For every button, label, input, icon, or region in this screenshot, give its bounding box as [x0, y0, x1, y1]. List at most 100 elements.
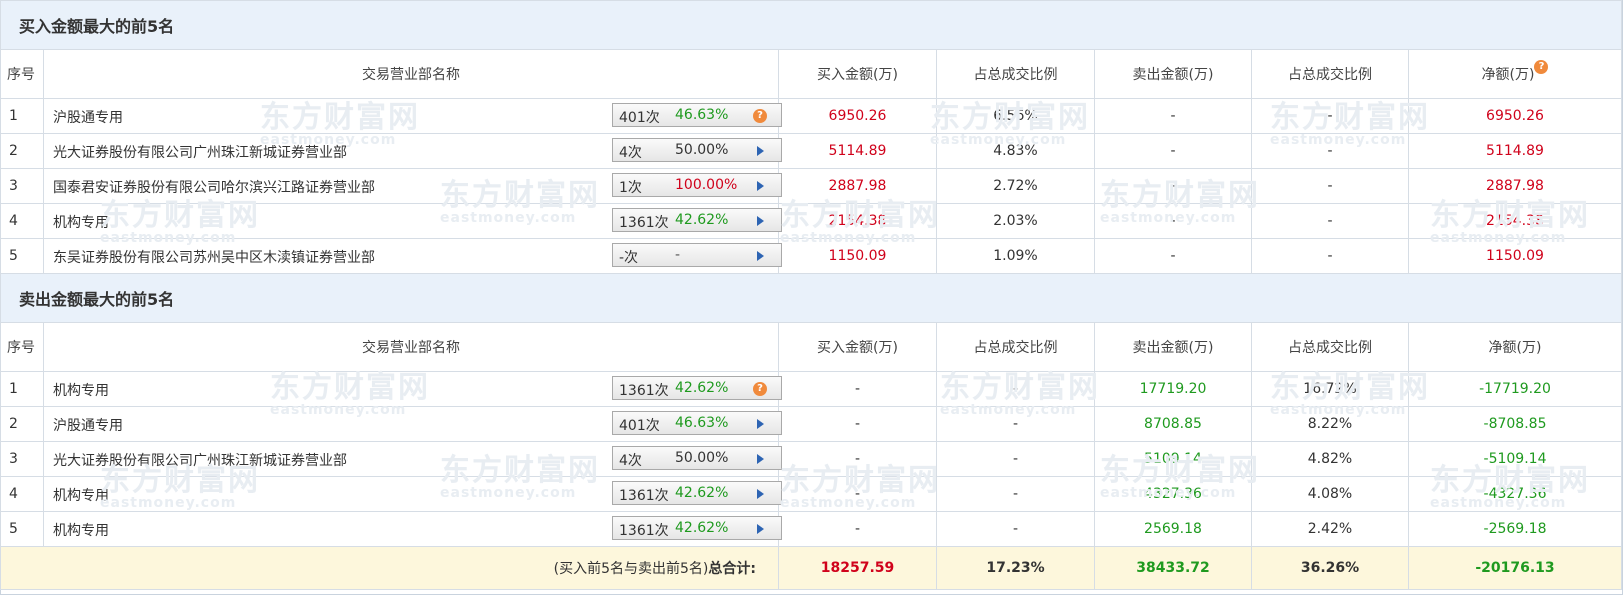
- column-header: 卖出金额(万): [1094, 322, 1252, 372]
- trade-count: 1次: [619, 180, 642, 196]
- column-header: 交易营业部名称: [43, 322, 779, 372]
- buy-amount: -: [778, 476, 937, 512]
- section-header: 买入金额最大的前5名: [0, 0, 1623, 50]
- win-rate: 50.00%: [675, 142, 729, 158]
- total-label: (买入前5名与卖出前5名)总合计:: [0, 546, 779, 590]
- broker-name[interactable]: 东吴证券股份有限公司苏州吴中区木渎镇证券营业部: [53, 247, 375, 267]
- total-sell-ratio: 36.26%: [1251, 546, 1409, 590]
- play-icon[interactable]: [757, 489, 764, 499]
- column-header-label: 占总成交比例: [973, 340, 1058, 356]
- total-label-suffix: 总合计:: [708, 561, 756, 577]
- play-icon[interactable]: [757, 524, 764, 534]
- broker-name-cell: 机构专用 1361次 42.62%?: [43, 371, 782, 407]
- help-icon[interactable]: ?: [753, 109, 767, 123]
- broker-stats-box[interactable]: 401次 46.63%: [612, 411, 782, 435]
- broker-stats-box[interactable]: 1次 100.00%: [612, 173, 782, 197]
- column-header-label: 占总成交比例: [973, 67, 1058, 83]
- broker-stats-box[interactable]: 1361次 42.62%: [612, 481, 782, 505]
- column-header-label: 买入金额(万): [817, 67, 898, 83]
- broker-stats-box[interactable]: 401次 46.63%?: [612, 103, 782, 127]
- sell-ratio: -: [1251, 133, 1409, 169]
- table-row: 1 沪股通专用 401次 46.63%? 6950.26 6.56% - -6950.26: [0, 98, 1623, 134]
- net-amount: 5114.89: [1407, 133, 1623, 169]
- play-icon[interactable]: [757, 251, 764, 261]
- table-row: 5 东吴证券股份有限公司苏州吴中区木渎镇证券营业部 -次 -1150.09 1.09% -…: [0, 238, 1623, 274]
- table-header-row: 序号 交易营业部名称 买入金额(万) 占总成交比例 卖出金额(万) 占总成交比例 净额(万)…: [0, 49, 1623, 99]
- net-amount: -2569.18: [1407, 511, 1623, 547]
- column-header-label: 净额(万): [1488, 340, 1542, 356]
- broker-name-cell: 国泰君安证券股份有限公司哈尔滨兴江路证券营业部 1次 100.00%: [43, 168, 782, 204]
- buy-ratio: 6.56%: [936, 98, 1095, 134]
- total-sell: 38433.72: [1094, 546, 1252, 590]
- play-icon[interactable]: [757, 181, 764, 191]
- sell-amount: 17719.20: [1094, 371, 1252, 407]
- broker-name[interactable]: 光大证券股份有限公司广州珠江新城证券营业部: [53, 450, 347, 470]
- broker-name[interactable]: 机构专用: [53, 485, 109, 505]
- broker-stats-box[interactable]: 1361次 42.62%: [612, 516, 782, 540]
- broker-stats-box[interactable]: 1361次 42.62%: [612, 208, 782, 232]
- net-amount: -4327.36: [1407, 476, 1623, 512]
- play-icon[interactable]: [757, 419, 764, 429]
- broker-name[interactable]: 沪股通专用: [53, 107, 123, 127]
- sell-ratio: 4.82%: [1251, 441, 1409, 477]
- net-amount: 1150.09: [1407, 238, 1623, 274]
- broker-name[interactable]: 机构专用: [53, 520, 109, 540]
- table-row: 4 机构专用 1361次 42.62% - -4327.36 4.08% -4327.36: [0, 476, 1623, 512]
- table-row: 2 光大证券股份有限公司广州珠江新城证券营业部 4次 50.00% 5114.89 4.8…: [0, 133, 1623, 169]
- broker-name-cell: 机构专用 1361次 42.62%: [43, 203, 782, 239]
- broker-name-cell: 光大证券股份有限公司广州珠江新城证券营业部 4次 50.00%: [43, 133, 782, 169]
- win-rate: 46.63%: [675, 415, 729, 431]
- column-header: 序号: [0, 49, 44, 99]
- sell-ratio: -: [1251, 238, 1409, 274]
- win-rate: -: [675, 247, 681, 263]
- broker-stats-box[interactable]: -次 -: [612, 243, 782, 267]
- broker-name[interactable]: 光大证券股份有限公司广州珠江新城证券营业部: [53, 142, 347, 162]
- sell-amount: 4327.36: [1094, 476, 1252, 512]
- column-header: 占总成交比例: [1251, 49, 1409, 99]
- broker-name[interactable]: 机构专用: [53, 212, 109, 232]
- broker-name[interactable]: 国泰君安证券股份有限公司哈尔滨兴江路证券营业部: [53, 177, 375, 197]
- net-amount: 2154.38: [1407, 203, 1623, 239]
- broker-name-cell: 光大证券股份有限公司广州珠江新城证券营业部 4次 50.00%: [43, 441, 782, 477]
- broker-stats-box[interactable]: 1361次 42.62%?: [612, 376, 782, 400]
- column-header: 占总成交比例: [936, 49, 1095, 99]
- total-label-prefix: (买入前5名与卖出前5名): [553, 561, 709, 577]
- sell-amount: -: [1094, 133, 1252, 169]
- net-amount: 2887.98: [1407, 168, 1623, 204]
- sell-ratio: 2.42%: [1251, 511, 1409, 547]
- broker-name-cell: 沪股通专用 401次 46.63%: [43, 406, 782, 442]
- billboard-table: 买入金额最大的前5名 序号 交易营业部名称 买入金额(万) 占总成交比例 卖出金额(万) 占…: [0, 0, 1623, 590]
- trade-count: 1361次: [619, 215, 669, 231]
- broker-stats-box[interactable]: 4次 50.00%: [612, 138, 782, 162]
- trade-count: 401次: [619, 418, 660, 434]
- broker-stats-box[interactable]: 4次 50.00%: [612, 446, 782, 470]
- table-row: 1 机构专用 1361次 42.62%? - -17719.20 16.72% -17719.…: [0, 371, 1623, 407]
- column-header: 买入金额(万): [778, 322, 937, 372]
- buy-ratio: 4.83%: [936, 133, 1095, 169]
- column-header-label: 序号: [7, 67, 35, 83]
- buy-amount: 5114.89: [778, 133, 937, 169]
- column-header: 买入金额(万): [778, 49, 937, 99]
- help-icon[interactable]: ?: [1534, 60, 1549, 74]
- play-icon[interactable]: [757, 454, 764, 464]
- column-header: 交易营业部名称: [43, 49, 779, 99]
- help-icon[interactable]: ?: [753, 382, 767, 396]
- row-seq: 5: [0, 238, 44, 274]
- buy-ratio: -: [936, 441, 1095, 477]
- trade-count: 4次: [619, 453, 642, 469]
- play-icon[interactable]: [757, 146, 764, 156]
- sell-amount: 8708.85: [1094, 406, 1252, 442]
- table-row: 3 光大证券股份有限公司广州珠江新城证券营业部 4次 50.00% - -5109.14 4…: [0, 441, 1623, 477]
- broker-name[interactable]: 机构专用: [53, 380, 109, 400]
- broker-name-cell: 沪股通专用 401次 46.63%?: [43, 98, 782, 134]
- trade-count: -次: [619, 250, 639, 266]
- column-header-label: 序号: [7, 340, 35, 356]
- table-row: 4 机构专用 1361次 42.62% 2154.38 2.03% - -2154.38: [0, 203, 1623, 239]
- sell-amount: 2569.18: [1094, 511, 1252, 547]
- total-buy: 18257.59: [778, 546, 937, 590]
- sell-amount: -: [1094, 238, 1252, 274]
- sell-ratio: -: [1251, 168, 1409, 204]
- broker-name[interactable]: 沪股通专用: [53, 415, 123, 435]
- play-icon[interactable]: [757, 216, 764, 226]
- row-seq: 2: [0, 406, 44, 442]
